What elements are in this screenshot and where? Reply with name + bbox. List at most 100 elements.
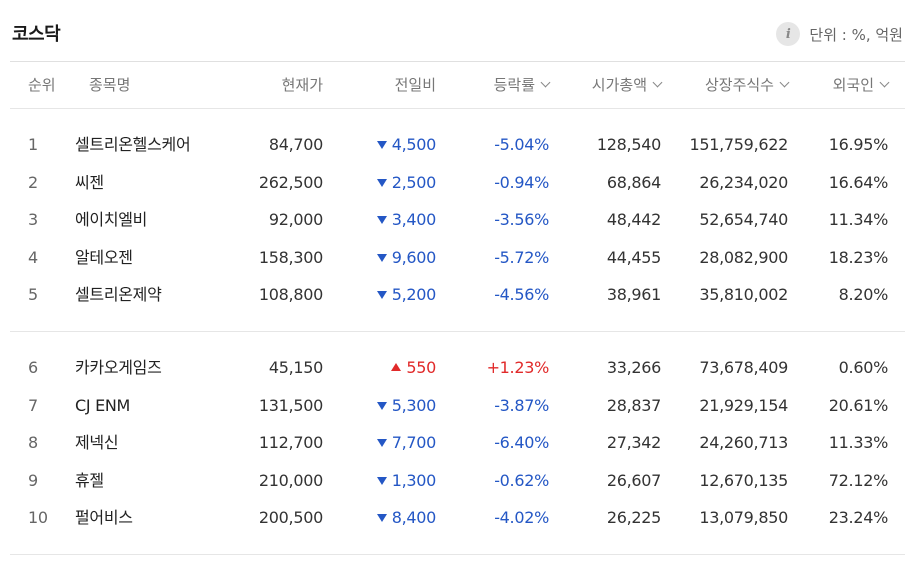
chevron-down-icon <box>652 77 663 88</box>
market-cap-cell: 26,607 <box>606 470 661 490</box>
shares-cell: 28,082,900 <box>699 247 788 267</box>
market-cap-cell: 33,266 <box>606 357 661 377</box>
rank-cell: 7 <box>28 395 38 415</box>
table-row: 2 씨젠 262,500 2,500 -0.94% 68,864 26,234,020 16.… <box>10 164 905 202</box>
triangle-down-icon <box>376 476 387 485</box>
triangle-down-icon <box>376 253 387 262</box>
change-cell: 7,700 <box>376 424 437 462</box>
shares-cell: 73,678,409 <box>699 357 788 377</box>
table-row: 8 제넥신 112,700 7,700 -6.40% 27,342 24,260,713 11… <box>10 424 905 462</box>
price-cell: 200,500 <box>258 508 323 528</box>
stock-name-link[interactable]: CJ ENM <box>75 387 130 425</box>
col-name: 종목명 <box>89 76 131 94</box>
stock-name-link[interactable]: 제넥신 <box>75 424 119 462</box>
rate-cell: -0.62% <box>494 470 549 490</box>
rate-cell: -3.87% <box>494 395 549 415</box>
rate-cell: -5.04% <box>494 135 549 154</box>
unit-label: 단위 : %, 억원 <box>809 25 903 44</box>
foreign-ratio-cell: 8.20% <box>838 285 889 305</box>
foreign-ratio-cell: 72.12% <box>828 470 889 490</box>
price-cell: 262,500 <box>258 172 323 192</box>
change-cell: 3,400 <box>376 201 436 239</box>
rate-cell: -4.56% <box>494 285 549 305</box>
market-cap-cell: 48,442 <box>606 210 661 230</box>
market-cap-cell: 128,540 <box>596 135 661 154</box>
change-value: 7,700 <box>391 433 437 453</box>
stock-name-link[interactable]: 알테오젠 <box>75 239 133 277</box>
stock-name-link[interactable]: 휴젤 <box>75 462 104 500</box>
chevron-down-icon <box>540 77 551 88</box>
unit-note: i 단위 : %, 억원 <box>776 22 903 46</box>
change-value: 9,600 <box>391 247 437 267</box>
col-rate[interactable]: 등락률 <box>494 62 551 109</box>
table-row: 1 셀트리온헬스케어 84,700 4,500 -5.04% 128,540 151,759… <box>10 126 905 164</box>
triangle-down-icon <box>376 291 387 300</box>
rate-cell: +1.23% <box>486 357 550 377</box>
shares-cell: 52,654,740 <box>699 210 788 230</box>
stock-name-link[interactable]: 에이치엘비 <box>75 201 147 239</box>
col-foreign[interactable]: 외국인 <box>832 62 890 109</box>
change-cell: 2,500 <box>376 164 437 202</box>
shares-cell: 21,929,154 <box>699 395 788 415</box>
change-value: 550 <box>406 357 436 377</box>
table-row: 6 카카오게임즈 45,150 550 +1.23% 33,266 73,678,409 0.… <box>10 349 905 387</box>
change-cell: 1,300 <box>376 462 437 500</box>
foreign-ratio-cell: 11.34% <box>828 210 889 230</box>
rank-cell: 8 <box>28 433 38 453</box>
price-cell: 158,300 <box>258 247 323 267</box>
rate-cell: -0.94% <box>494 172 549 192</box>
triangle-down-icon <box>376 439 387 448</box>
change-value: 4,500 <box>391 135 437 154</box>
chevron-down-icon <box>779 77 790 88</box>
market-cap-cell: 68,864 <box>606 172 661 192</box>
col-rank: 순위 <box>28 76 56 94</box>
price-cell: 112,700 <box>258 433 323 453</box>
change-cell: 5,200 <box>376 276 436 314</box>
col-price: 현재가 <box>281 76 323 94</box>
kosdaq-ranking-table: 순위 종목명 현재가 전일비 등락률 시가총액 상장주식수 외국인 1 셀트리온헬… <box>10 61 905 555</box>
change-cell: 550 <box>391 349 436 387</box>
shares-cell: 35,810,002 <box>699 285 788 305</box>
stock-name-link[interactable]: 카카오게임즈 <box>75 349 162 387</box>
price-cell: 210,000 <box>258 470 323 490</box>
stock-name-link[interactable]: 씨젠 <box>75 164 104 202</box>
table-row: 10 펄어비스 200,500 8,400 -4.02% 26,225 13,079,850… <box>10 499 905 537</box>
col-shares[interactable]: 상장주식수 <box>704 62 790 109</box>
triangle-down-icon <box>376 178 387 187</box>
col-foreign-label: 외국인 <box>832 76 874 94</box>
price-cell: 108,800 <box>258 285 323 305</box>
foreign-ratio-cell: 23.24% <box>828 508 889 528</box>
stock-name-link[interactable]: 셀트리온헬스케어 <box>75 126 191 164</box>
foreign-ratio-cell: 18.23% <box>828 247 889 267</box>
price-cell: 92,000 <box>268 210 323 230</box>
col-shares-label: 상장주식수 <box>704 76 774 94</box>
market-cap-cell: 28,837 <box>606 395 661 415</box>
change-value: 5,300 <box>391 395 437 415</box>
stock-name-link[interactable]: 펄어비스 <box>75 499 133 537</box>
table-row: 5 셀트리온제약 108,800 5,200 -4.56% 38,961 35,810,00… <box>10 276 905 314</box>
change-value: 2,500 <box>391 172 437 192</box>
foreign-ratio-cell: 16.64% <box>828 172 889 192</box>
market-cap-cell: 26,225 <box>606 508 661 528</box>
change-cell: 9,600 <box>376 239 437 277</box>
col-market-cap[interactable]: 시가총액 <box>591 62 663 109</box>
triangle-down-icon <box>376 401 387 410</box>
stock-name-link[interactable]: 셀트리온제약 <box>75 276 162 314</box>
triangle-up-icon <box>391 362 402 371</box>
market-title: 코스닥 <box>12 24 61 45</box>
change-cell: 4,500 <box>376 126 437 164</box>
col-market-cap-label: 시가총액 <box>591 76 647 94</box>
row-group: 1 셀트리온헬스케어 84,700 4,500 -5.04% 128,540 151,759… <box>10 109 905 331</box>
change-value: 1,300 <box>391 470 437 490</box>
rank-cell: 2 <box>28 172 38 192</box>
shares-cell: 13,079,850 <box>699 508 788 528</box>
table-row: 9 휴젤 210,000 1,300 -0.62% 26,607 12,670,135 72.… <box>10 462 905 500</box>
price-cell: 84,700 <box>268 135 323 154</box>
info-icon[interactable]: i <box>776 22 801 46</box>
change-cell: 5,300 <box>376 387 437 425</box>
shares-cell: 151,759,622 <box>689 135 789 154</box>
market-cap-cell: 44,455 <box>606 247 661 267</box>
col-change: 전일비 <box>394 76 436 94</box>
section-header: 코스닥 i 단위 : %, 억원 <box>0 0 917 62</box>
table-row: 4 알테오젠 158,300 9,600 -5.72% 44,455 28,082,900 1… <box>10 239 905 277</box>
